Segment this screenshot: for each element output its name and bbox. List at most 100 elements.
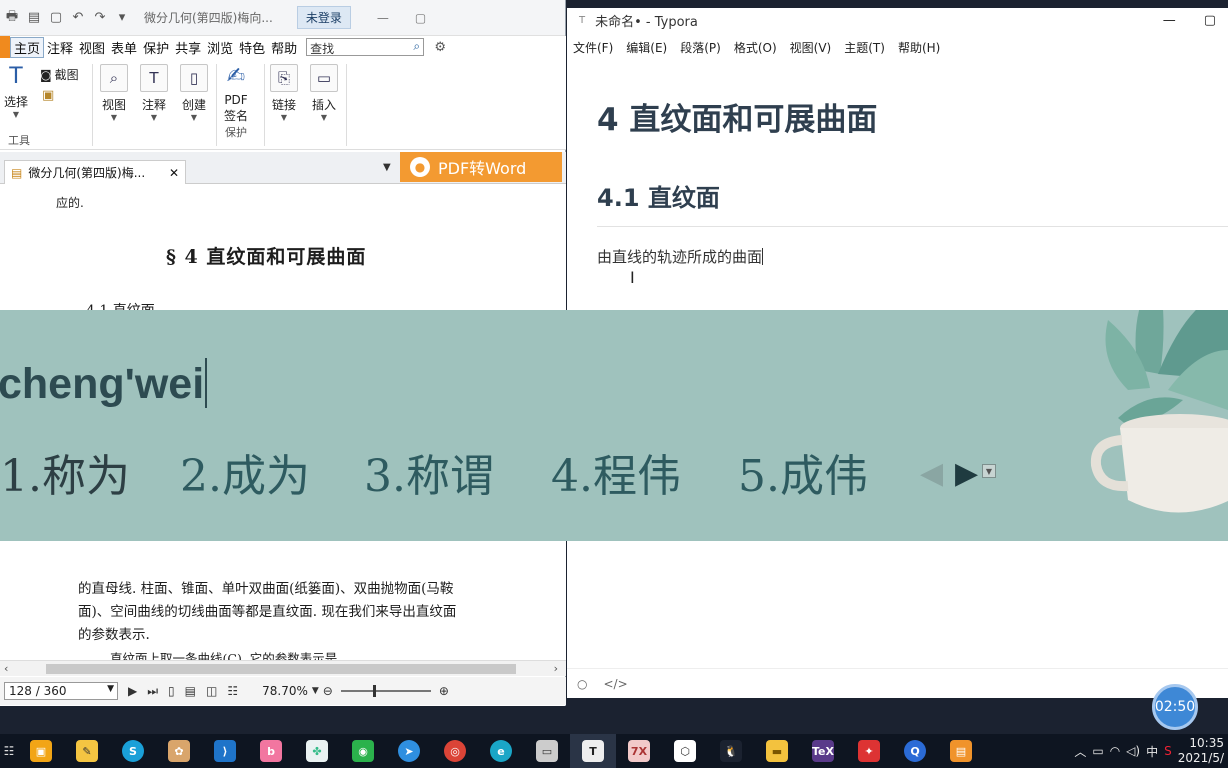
undo-icon[interactable]: ↶ [70,10,86,26]
notes-icon[interactable]: ✎ [64,734,110,768]
edge-icon[interactable]: e [478,734,524,768]
facing-page-icon[interactable]: ◫ [206,684,217,698]
zoom-slider[interactable] [340,685,431,697]
clock[interactable]: 10:35 2021/5/ [1178,736,1224,766]
annotate-tool[interactable]: T 注释 ▼ [140,64,168,122]
wifi-icon[interactable]: ◠ [1110,744,1120,758]
menu-format[interactable]: 格式(O) [734,39,777,56]
customize-icon[interactable]: ▾ [114,10,130,26]
zoom-out-icon[interactable]: ⊖ [323,684,333,698]
print-icon[interactable]: 🖶 [4,9,20,26]
messenger-icon[interactable]: ➤ [386,734,432,768]
clover-app-icon[interactable]: ✤ [294,734,340,768]
page-dropdown-icon[interactable]: ▼ [107,684,114,694]
menu-home[interactable]: 主页 [10,36,45,58]
select-dropdown-icon[interactable]: ▼ [13,110,19,119]
menu-paragraph[interactable]: 段落(P) [680,39,721,56]
qq-icon[interactable]: 🐧 [708,734,754,768]
next-page-icon[interactable]: ▶ [128,684,137,698]
menu-file[interactable]: 文件(F) [573,39,613,56]
zoom-slider-knob[interactable] [372,685,376,697]
show-hidden-icons-icon[interactable]: ︿ [1074,743,1086,760]
page-number-input[interactable]: 128 / 360 ▼ [4,682,118,700]
insert-dropdown-icon[interactable]: ▼ [321,113,327,122]
clipboard-tool[interactable]: ▣ [42,88,54,103]
candidate-3[interactable]: 3.称谓 [364,440,494,504]
prev-page-icon[interactable]: ◀ [920,456,943,491]
document-tab[interactable]: ▤ 微分几何(第四版)梅... ✕ [4,160,186,184]
zoom-dropdown-icon[interactable]: ▼ [312,686,319,696]
link-tool[interactable]: ⎘ 链接 ▼ [270,64,298,122]
continuous-page-icon[interactable]: ▤ [185,684,196,698]
wechat-icon[interactable]: ◉ [340,734,386,768]
minimize-icon[interactable]: — [377,11,389,25]
create-dropdown-icon[interactable]: ▼ [191,113,197,122]
candidate-5[interactable]: 5.成伟 [738,440,868,504]
paint-icon[interactable]: ✿ [156,734,202,768]
link-dropdown-icon[interactable]: ▼ [281,113,287,122]
continuous-facing-icon[interactable]: ☷ [227,684,238,698]
view-dropdown-icon[interactable]: ▼ [111,113,117,122]
paragraph[interactable]: 由直线的轨迹所成的曲面 [597,246,764,267]
vscode-icon[interactable]: ⟩ [202,734,248,768]
close-tab-icon[interactable]: ✕ [169,166,179,180]
scrollbar-thumb[interactable] [46,664,516,674]
source-code-toggle-icon[interactable]: </> [603,677,627,691]
volume-icon[interactable]: ◁) [1126,744,1140,758]
candidate-1[interactable]: 1.称为 [0,440,130,504]
recording-timer[interactable]: 02:50 [1152,684,1198,730]
menu-protect[interactable]: 保护 [140,38,172,57]
file-menu-button[interactable] [0,36,10,58]
pdf-reader-taskbar-icon[interactable]: ▤ [938,734,984,768]
tex-editor-icon[interactable]: 7X [616,734,662,768]
bilibili-icon[interactable]: b [248,734,294,768]
outline-toggle-icon[interactable]: ○ [577,677,587,691]
single-page-icon[interactable]: ▯ [168,684,175,698]
menu-form[interactable]: 表单 [108,38,140,57]
heading-1[interactable]: 4 直纹面和可展曲面 [597,94,877,139]
typora-taskbar-icon[interactable]: T [570,734,616,768]
pdf-to-word-button[interactable]: ● PDF转Word [400,152,562,182]
horizontal-scrollbar[interactable]: ‹ › [0,660,566,676]
screen-recorder-icon[interactable]: Q [892,734,938,768]
sync-app-icon[interactable]: S [110,734,156,768]
candidate-2[interactable]: 2.成为 [180,440,310,504]
login-button[interactable]: 未登录 [296,6,351,29]
store-icon[interactable]: ▣ [18,734,64,768]
candidate-4[interactable]: 4.程伟 [551,440,681,504]
graph-app-icon[interactable]: ⬡ [662,734,708,768]
sogou-ime-icon[interactable]: S [1164,744,1172,758]
create-tool[interactable]: ▯ 创建 ▼ [180,64,208,122]
settings-gear-icon[interactable]: ⚙ [432,39,448,55]
insert-tool[interactable]: ▭ 插入 ▼ [310,64,338,122]
redo-icon[interactable]: ↷ [92,10,108,26]
menu-browse[interactable]: 浏览 [204,38,236,57]
last-page-icon[interactable]: ⏭ [147,684,158,699]
scroll-left-icon[interactable]: ‹ [4,662,8,675]
save-icon[interactable]: ▤ [26,10,42,26]
menu-theme[interactable]: 主题(T) [844,39,885,56]
menu-annotate[interactable]: 注释 [44,38,76,57]
select-tool[interactable]: T 选择 ▼ [4,64,28,119]
zoom-level[interactable]: 78.70% [262,684,308,698]
scroll-right-icon[interactable]: › [554,662,558,675]
more-candidates-icon[interactable]: ▼ [982,464,996,478]
chrome-icon[interactable]: ◎ [432,734,478,768]
annotate-dropdown-icon[interactable]: ▼ [151,113,157,122]
menu-help[interactable]: 帮助(H) [898,39,940,56]
pdf-sign-tool[interactable]: ✍ PDF 签名 保护 [224,64,248,140]
maximize-icon[interactable]: ▢ [1204,13,1216,28]
file-explorer-icon[interactable]: ▬ [754,734,800,768]
mathematica-icon[interactable]: ✦ [846,734,892,768]
menu-view[interactable]: 视图 [76,38,108,57]
battery-icon[interactable]: ▭ [1092,744,1103,758]
screenshot-tool[interactable]: ◙ 截图 [40,66,79,83]
menu-view[interactable]: 视图(V) [790,39,832,56]
remote-desktop-icon[interactable]: ▭ [524,734,570,768]
zoom-in-icon[interactable]: ⊕ [439,684,449,698]
view-tool[interactable]: ⌕ 视图 ▼ [100,64,128,122]
next-page-icon[interactable]: ▶ [955,456,978,491]
task-view-icon[interactable]: ☷ [0,734,18,768]
new-icon[interactable]: ▢ [48,10,64,26]
maximize-icon[interactable]: ▢ [415,11,426,25]
